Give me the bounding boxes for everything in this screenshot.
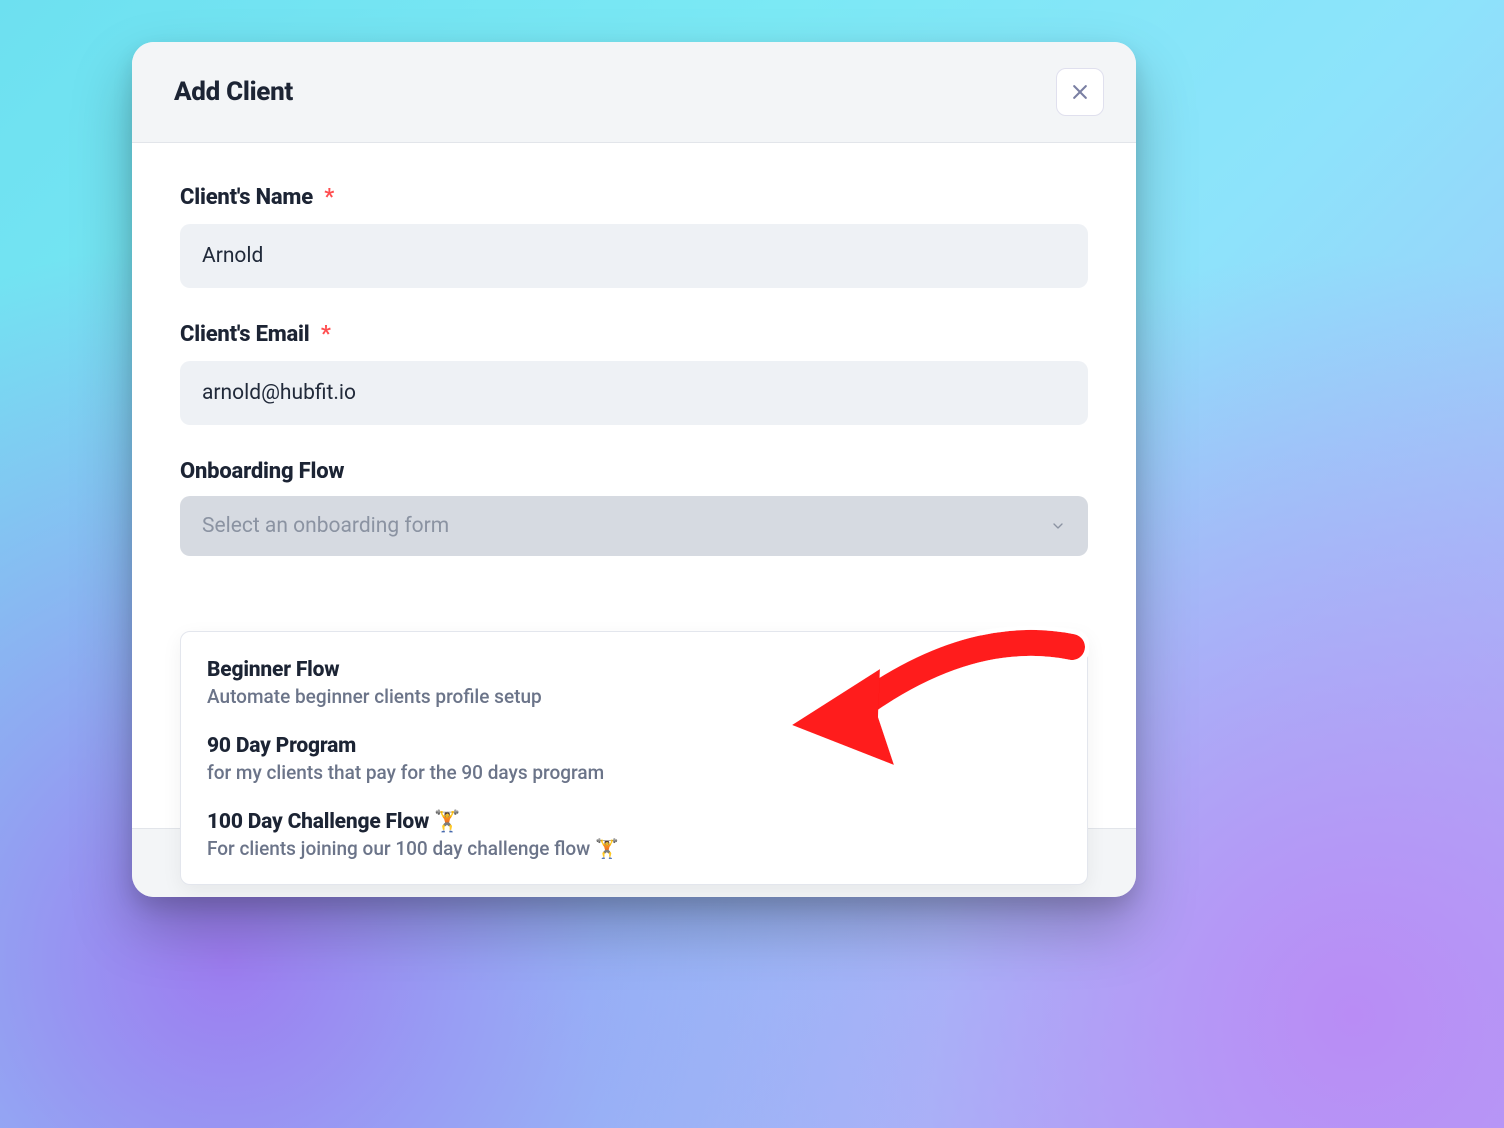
required-mark: * bbox=[324, 185, 334, 210]
dropdown-option-beginner-flow[interactable]: Beginner Flow Automate beginner clients … bbox=[181, 644, 1087, 720]
required-mark: * bbox=[321, 322, 331, 347]
label-text: Client's Email bbox=[180, 322, 310, 347]
option-title: 90 Day Program bbox=[207, 734, 1061, 758]
dropdown-option-100-day-challenge[interactable]: 100 Day Challenge Flow 🏋️ For clients jo… bbox=[181, 796, 1087, 872]
dropdown-option-90-day-program[interactable]: 90 Day Program for my clients that pay f… bbox=[181, 720, 1087, 796]
label-text: Client's Name bbox=[180, 185, 313, 210]
modal-header: Add Client bbox=[132, 42, 1136, 143]
onboarding-flow-group: Onboarding Flow Select an onboarding for… bbox=[180, 459, 1088, 556]
option-desc: for my clients that pay for the 90 days … bbox=[207, 761, 1061, 784]
client-email-input[interactable] bbox=[180, 361, 1088, 425]
option-desc: Automate beginner clients profile setup bbox=[207, 685, 1061, 708]
close-button[interactable] bbox=[1056, 68, 1104, 116]
add-client-modal: Add Client Client's Name * Client's Emai… bbox=[132, 42, 1136, 897]
close-icon bbox=[1070, 82, 1090, 102]
onboarding-flow-select[interactable]: Select an onboarding form bbox=[180, 496, 1088, 556]
option-title: Beginner Flow bbox=[207, 658, 1061, 682]
onboarding-flow-label: Onboarding Flow bbox=[180, 459, 1088, 484]
option-desc: For clients joining our 100 day challeng… bbox=[207, 837, 1061, 860]
client-name-label: Client's Name * bbox=[180, 185, 1088, 210]
select-placeholder: Select an onboarding form bbox=[202, 514, 449, 538]
modal-title: Add Client bbox=[174, 77, 293, 107]
client-name-group: Client's Name * bbox=[180, 185, 1088, 288]
chevron-down-icon bbox=[1050, 518, 1066, 534]
option-title: 100 Day Challenge Flow 🏋️ bbox=[207, 810, 1061, 834]
client-email-label: Client's Email * bbox=[180, 322, 1088, 347]
onboarding-dropdown: Beginner Flow Automate beginner clients … bbox=[180, 631, 1088, 885]
client-name-input[interactable] bbox=[180, 224, 1088, 288]
modal-body: Client's Name * Client's Email * Onboard… bbox=[132, 143, 1136, 897]
client-email-group: Client's Email * bbox=[180, 322, 1088, 425]
